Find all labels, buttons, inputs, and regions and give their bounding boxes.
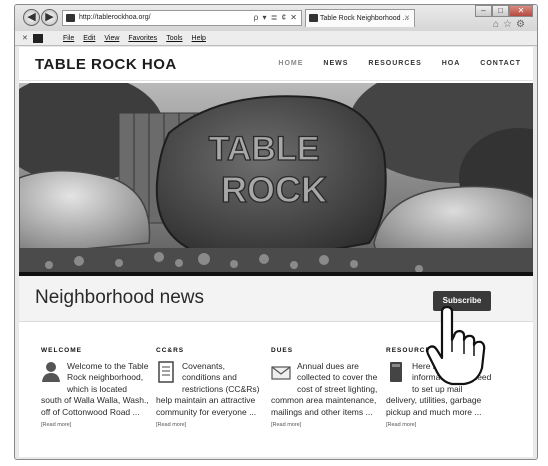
- document-icon: [158, 360, 174, 383]
- person-icon: [42, 361, 60, 382]
- hand-pointer-icon: [426, 306, 486, 386]
- column-heading: CC&RS: [156, 347, 185, 354]
- menu-file[interactable]: File: [63, 31, 74, 46]
- address-bar[interactable]: http://tablerockhoa.org/ ρ ▾ ≣ ¢ ✕: [62, 10, 302, 26]
- tab-title: Table Rock Neighborhood ...: [320, 15, 409, 22]
- hero-text-rock: ROCK: [221, 169, 327, 210]
- browser-title-bar: ◀ ▶ http://tablerockhoa.org/ ρ ▾ ≣ ¢ ✕ T…: [15, 5, 537, 31]
- site-header: TABLE ROCK HOA HOME NEWS RESOURCES HOA C…: [19, 47, 533, 81]
- app-icon: [33, 34, 43, 43]
- column-heading: WELCOME: [41, 347, 82, 354]
- read-more-link[interactable]: [Read more]: [156, 420, 264, 432]
- browser-window: ◀ ▶ http://tablerockhoa.org/ ρ ▾ ≣ ¢ ✕ T…: [14, 4, 538, 460]
- menu-favorites[interactable]: Favorites: [128, 31, 157, 46]
- news-title: Neighborhood news: [35, 287, 205, 308]
- column-ccrs: CC&RS Covenants, conditions and restrict…: [156, 345, 264, 431]
- menu-close-icon[interactable]: ✕: [22, 31, 28, 46]
- minimize-button[interactable]: –: [475, 5, 492, 17]
- forward-button[interactable]: ▶: [41, 9, 58, 26]
- window-controls: – □ ✕: [475, 5, 533, 17]
- nav-home[interactable]: HOME: [278, 47, 303, 81]
- site-nav: HOME NEWS RESOURCES HOA CONTACT: [278, 47, 521, 81]
- hero-text-table: TABLE: [209, 130, 320, 168]
- column-welcome: WELCOME Welcome to the Table Rock neighb…: [41, 345, 149, 431]
- address-url: http://tablerockhoa.org/: [79, 14, 151, 21]
- tab-favicon-icon: [309, 14, 318, 22]
- browser-tab[interactable]: Table Rock Neighborhood ... ✕: [305, 9, 415, 27]
- nav-resources[interactable]: RESOURCES: [368, 47, 421, 81]
- site-favicon-icon: [66, 14, 75, 22]
- window-close-button[interactable]: ✕: [509, 5, 533, 17]
- read-more-link[interactable]: [Read more]: [41, 420, 149, 432]
- read-more-link[interactable]: [Read more]: [271, 420, 379, 432]
- nav-hoa[interactable]: HOA: [442, 47, 461, 81]
- home-star-gear-icons[interactable]: ⌂☆⚙: [493, 19, 529, 30]
- book-icon: [390, 361, 402, 382]
- column-dues: DUES Annual dues are collected to cover …: [271, 345, 379, 431]
- envelope-icon: [271, 365, 291, 380]
- menu-help[interactable]: Help: [192, 31, 206, 46]
- back-button[interactable]: ◀: [23, 9, 40, 26]
- nav-news[interactable]: NEWS: [323, 47, 348, 81]
- web-page: TABLE ROCK HOA HOME NEWS RESOURCES HOA C…: [19, 47, 533, 457]
- maximize-button[interactable]: □: [492, 5, 509, 17]
- address-bar-icons[interactable]: ρ ▾ ≣ ¢ ✕: [254, 11, 298, 25]
- menu-view[interactable]: View: [104, 31, 119, 46]
- column-heading: DUES: [271, 347, 294, 354]
- nav-contact[interactable]: CONTACT: [480, 47, 521, 81]
- menu-tools[interactable]: Tools: [166, 31, 182, 46]
- tab-close-icon[interactable]: ✕: [404, 10, 410, 27]
- site-logo[interactable]: TABLE ROCK HOA: [35, 56, 177, 73]
- menu-bar: ✕ File Edit View Favorites Tools Help: [15, 31, 537, 46]
- menu-edit[interactable]: Edit: [83, 31, 95, 46]
- hero-image: TABLE ROCK: [19, 83, 533, 276]
- read-more-link[interactable]: [Read more]: [386, 420, 494, 432]
